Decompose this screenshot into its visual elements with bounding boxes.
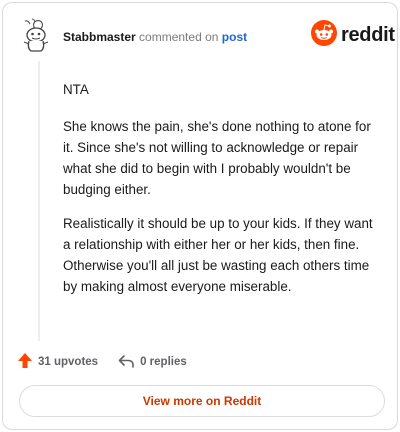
comment-paragraph: NTA <box>63 82 89 97</box>
comment-paragraph: She knows the pain, she's done nothing t… <box>63 119 371 197</box>
reply-button[interactable]: 0 replies <box>118 354 187 371</box>
comment-action-text: commented on <box>139 30 219 44</box>
reddit-logo[interactable]: reddit <box>311 19 395 51</box>
reply-count: 0 replies <box>140 356 187 368</box>
username-link[interactable]: Stabbmaster <box>63 30 136 44</box>
snoo-avatar-icon[interactable] <box>21 18 51 54</box>
upvote-arrow-icon <box>17 352 38 372</box>
comment-actions: 31 upvotes 0 replies <box>17 351 207 373</box>
post-link[interactable]: post <box>222 30 247 44</box>
thread-line[interactable] <box>38 61 40 341</box>
upvote-button[interactable]: 31 upvotes <box>17 352 98 372</box>
upvote-count: 31 upvotes <box>38 356 99 368</box>
comment-header: Stabbmaster commented on post reddit <box>3 3 397 67</box>
reddit-wordmark: reddit <box>341 23 395 46</box>
view-more-button[interactable]: View more on Reddit <box>19 385 385 417</box>
comment-paragraph: Realistically it should be up to your ki… <box>63 216 373 294</box>
comment-body: NTA She knows the pain, she's done nothi… <box>63 75 375 310</box>
comment-embed-card: Stabbmaster commented on post reddit NTA… <box>2 2 398 430</box>
comment-meta: Stabbmaster commented on post <box>63 30 247 44</box>
reply-arrow-icon <box>118 354 140 371</box>
reddit-snoo-logo-icon <box>311 19 337 51</box>
